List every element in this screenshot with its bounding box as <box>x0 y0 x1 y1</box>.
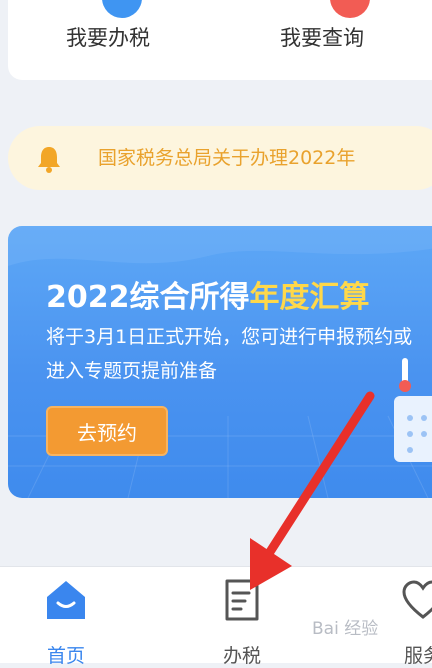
home-icon <box>47 581 85 619</box>
bell-icon <box>38 147 60 173</box>
banner-title-prefix: 2022综合所得 <box>46 280 250 315</box>
tax-handling-icon[interactable] <box>102 0 142 18</box>
calendar-icon <box>394 358 432 462</box>
tax-form-icon <box>225 579 259 621</box>
notice-text[interactable]: 国家税务总局关于办理2022年 <box>98 143 355 170</box>
tab-home-label: 首页 <box>46 645 85 667</box>
watermark: Bai 经验 <box>312 619 379 639</box>
reserve-button[interactable]: 去预约 <box>46 406 168 456</box>
tab-home[interactable]: 首页 <box>31 577 101 667</box>
banner-title-highlight: 年度汇算 <box>249 280 370 315</box>
tab-service-label: 服务 <box>403 645 432 667</box>
service-heart-icon <box>402 580 432 619</box>
tab-tax-label: 办税 <box>222 645 261 667</box>
quick-action-tax-label[interactable]: 我要办税 <box>66 22 150 52</box>
tab-service[interactable]: 服务 <box>388 577 432 667</box>
quick-actions-card: 我要办税 我要查询 <box>8 0 432 80</box>
quick-action-query-label[interactable]: 我要查询 <box>280 22 364 52</box>
banner-title: 2022综合所得年度汇算 <box>46 272 370 316</box>
notice-bar[interactable]: 国家税务总局关于办理2022年 <box>8 126 432 190</box>
banner-subtitle: 将于3月1日正式开始，您可进行申报预约或进入专题页提前准备 <box>46 326 413 382</box>
annual-settlement-banner[interactable]: 2022综合所得年度汇算 将于3月1日正式开始，您可进行申报预约或进入专题页提前… <box>8 226 432 498</box>
tab-tax[interactable]: 办税 <box>207 577 277 667</box>
query-icon[interactable] <box>330 0 370 18</box>
